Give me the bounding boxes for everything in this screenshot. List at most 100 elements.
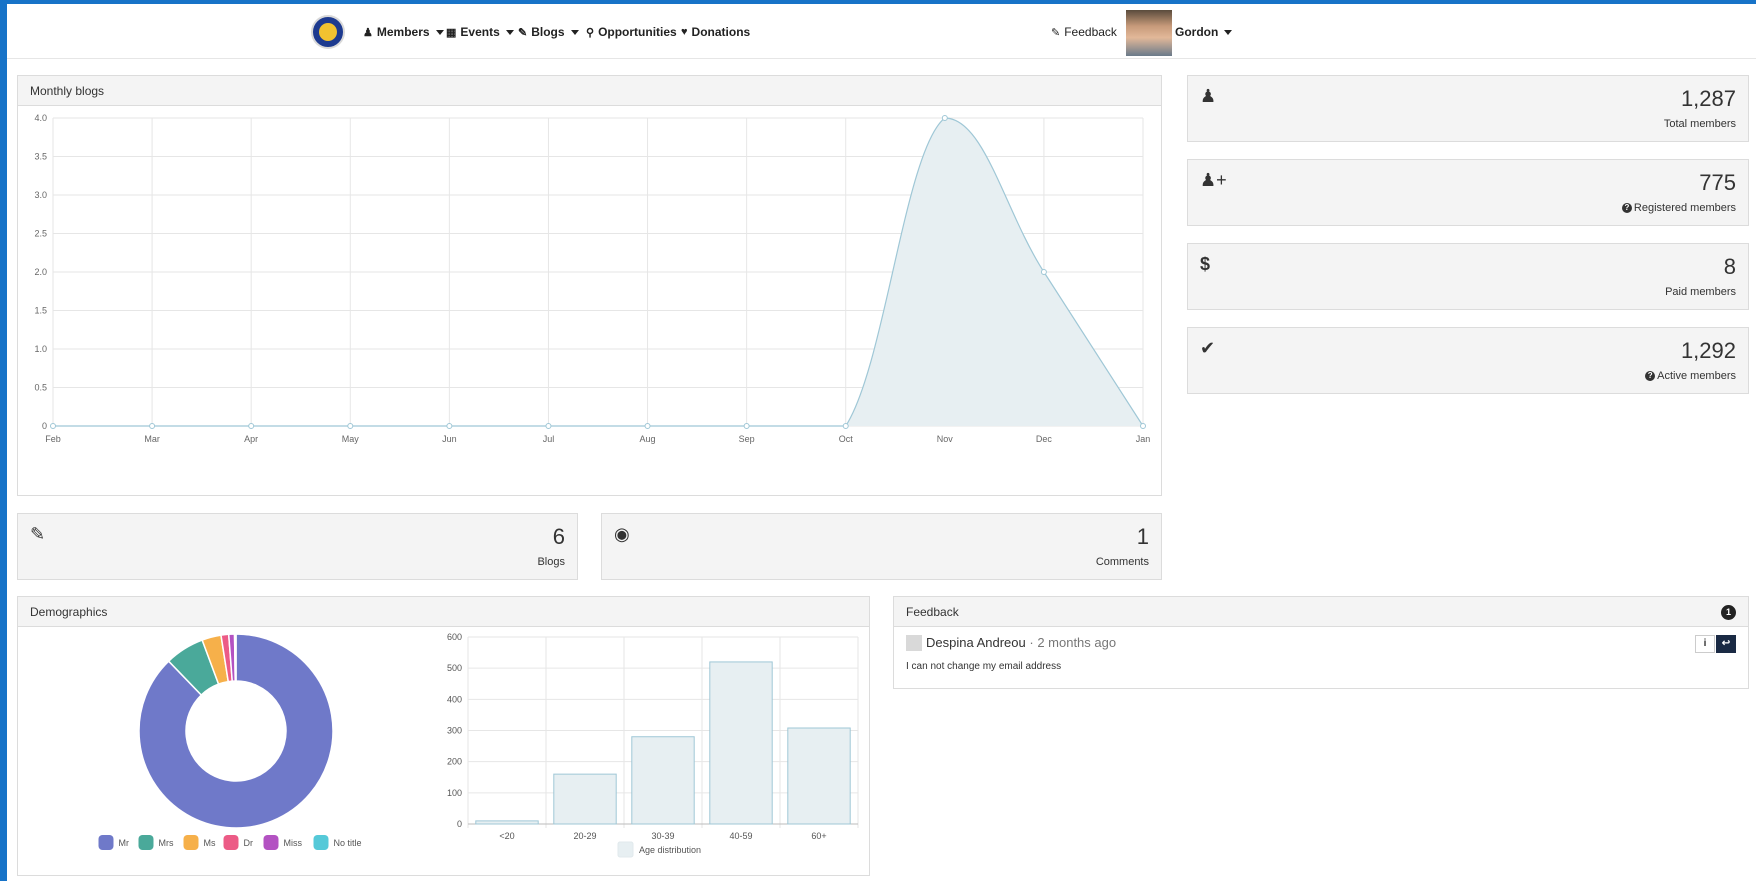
x-tick-label: 30-39 (651, 831, 674, 841)
feedback-panel: Feedback 1 Despina Andreou · 2 months ag… (893, 596, 1749, 689)
x-tick-label: Mar (144, 434, 160, 444)
nav-blogs[interactable]: ✎ Blogs (518, 22, 579, 42)
demographics-panel: Demographics Mr Mrs Ms Dr Miss No title 0 100 2… (17, 596, 870, 876)
x-tick-label: Feb (45, 434, 61, 444)
active-members-label-wrap: ? Active members (1645, 370, 1736, 382)
pencil-icon: ✎ (518, 26, 528, 39)
data-point (446, 423, 453, 429)
age-distribution-chart: 0 100 200 300 400 500 600 <20 20-29 30-39 40-59 60+… (447, 632, 859, 858)
paid-members-value: 8 (1723, 254, 1736, 279)
legend-label: No title (334, 838, 362, 848)
calendar-icon: ▦ (446, 26, 457, 39)
nav-members[interactable]: ♟ Members (363, 22, 444, 42)
x-tick-label: Jul (543, 434, 555, 444)
chevron-down-icon (570, 29, 579, 35)
data-point (248, 423, 255, 429)
comments-label: Comments (1095, 556, 1149, 568)
y-tick-label: 300 (447, 726, 462, 736)
registered-members-label: Registered members (1633, 202, 1736, 214)
paid-members-label: Paid members (1665, 286, 1736, 298)
x-tick-label: Jan (1136, 434, 1151, 444)
author-avatar-icon (906, 635, 922, 651)
monthly-blogs-chart: 0 0.5 1.0 1.5 2.0 2.5 3.0 3.5 4.0 Feb Mar Apr May Jun… (34, 113, 1151, 444)
help-icon[interactable]: ? (1621, 203, 1632, 214)
dollar-icon: $ (1200, 254, 1211, 274)
bar-<20 (475, 820, 539, 825)
site-logo[interactable] (311, 15, 345, 49)
x-tick-label: 60+ (811, 831, 826, 841)
active-members-value: 1,292 (1680, 338, 1736, 363)
registered-members-card: ♟+ 775 ? Registered members (1187, 159, 1749, 226)
comment-icon: ◉ (614, 524, 630, 544)
legend-label: Dr (244, 838, 254, 848)
nav-user-menu[interactable]: Gordon (1175, 22, 1233, 42)
x-tick-label: Oct (839, 434, 854, 444)
nav-donations[interactable]: ♥ Donations (681, 22, 750, 42)
user-plus-icon: ♟+ (1200, 170, 1227, 190)
y-tick-label: 1.5 (34, 306, 47, 316)
blogs-label: Blogs (537, 556, 565, 568)
user-icon: ♟ (363, 26, 373, 39)
user-icon: ♟ (1200, 86, 1217, 106)
legend-label: Miss (284, 838, 303, 848)
nav-events[interactable]: ▦ Events (446, 22, 514, 42)
active-members-label: Active members (1657, 370, 1736, 382)
registered-members-label-wrap: ? Registered members (1621, 202, 1736, 214)
bar-20-29 (553, 773, 617, 825)
chevron-down-icon (1224, 29, 1233, 35)
x-tick-label: Dec (1036, 434, 1053, 444)
x-tick-label: Apr (244, 434, 258, 444)
nav-feedback[interactable]: ✎ Feedback (1051, 22, 1117, 42)
y-tick-label: 3.5 (34, 152, 47, 162)
bar-30-39 (631, 736, 695, 825)
bar-40-59 (709, 661, 773, 825)
lightbulb-icon: ⚲ (586, 26, 595, 39)
y-tick-label: 2.0 (34, 267, 47, 277)
data-point (644, 423, 651, 429)
comments-card: ◉ 1 Comments (601, 513, 1162, 580)
heart-icon: ♥ (681, 26, 688, 38)
nav-members-label: Members (376, 25, 430, 39)
y-tick-label: 0 (42, 421, 47, 431)
legend-swatch (263, 835, 279, 850)
total-members-label: Total members (1663, 118, 1736, 130)
reply-button[interactable]: ↩ (1716, 635, 1736, 653)
x-tick-label: Aug (640, 434, 656, 444)
nav-feedback-label: Feedback (1064, 25, 1117, 39)
x-tick-label: Nov (937, 434, 954, 444)
y-tick-label: 3.0 (34, 190, 47, 200)
data-point (347, 423, 354, 429)
y-tick-label: 0 (457, 819, 462, 829)
blogs-value: 6 (552, 524, 565, 549)
legend-label: Age distribution (639, 845, 701, 855)
bar-60+ (787, 727, 851, 825)
user-avatar[interactable] (1126, 10, 1172, 56)
feedback-author[interactable]: Despina Andreou (926, 635, 1026, 650)
user-name: Gordon (1175, 25, 1219, 39)
legend-swatch (617, 841, 634, 858)
data-point (1140, 423, 1146, 429)
nav-opportunities[interactable]: ⚲ Opportunities (586, 22, 677, 42)
app-window: ♟ Members ▦ Events ✎ Blogs ⚲ Opportuniti… (7, 4, 1756, 881)
legend-label: Mrs (159, 838, 174, 848)
data-point (941, 115, 948, 121)
edit-icon: ✎ (1051, 26, 1061, 39)
y-tick-label: 200 (447, 757, 462, 767)
total-members-card: ♟ 1,287 Total members (1187, 75, 1749, 142)
legend-swatch (138, 835, 154, 850)
monthly-blogs-title: Monthly blogs (18, 76, 1161, 106)
y-tick-label: 400 (447, 694, 462, 704)
pencil-icon: ✎ (30, 524, 46, 544)
paid-members-card: $ 8 Paid members (1187, 243, 1749, 310)
feedback-entry: Despina Andreou · 2 months ago I can not… (894, 627, 1748, 689)
info-button[interactable]: i (1695, 635, 1715, 653)
feedback-author-line: Despina Andreou · 2 months ago (926, 635, 1116, 650)
legend-swatch (183, 835, 199, 850)
help-icon[interactable]: ? (1645, 371, 1656, 382)
legend-swatch (98, 835, 114, 850)
x-tick-label: 20-29 (573, 831, 596, 841)
feedback-time: · 2 months ago (1029, 635, 1117, 650)
nav-opportunities-label: Opportunities (598, 25, 677, 39)
comments-value: 1 (1136, 524, 1149, 549)
legend-label: Ms (204, 838, 216, 848)
